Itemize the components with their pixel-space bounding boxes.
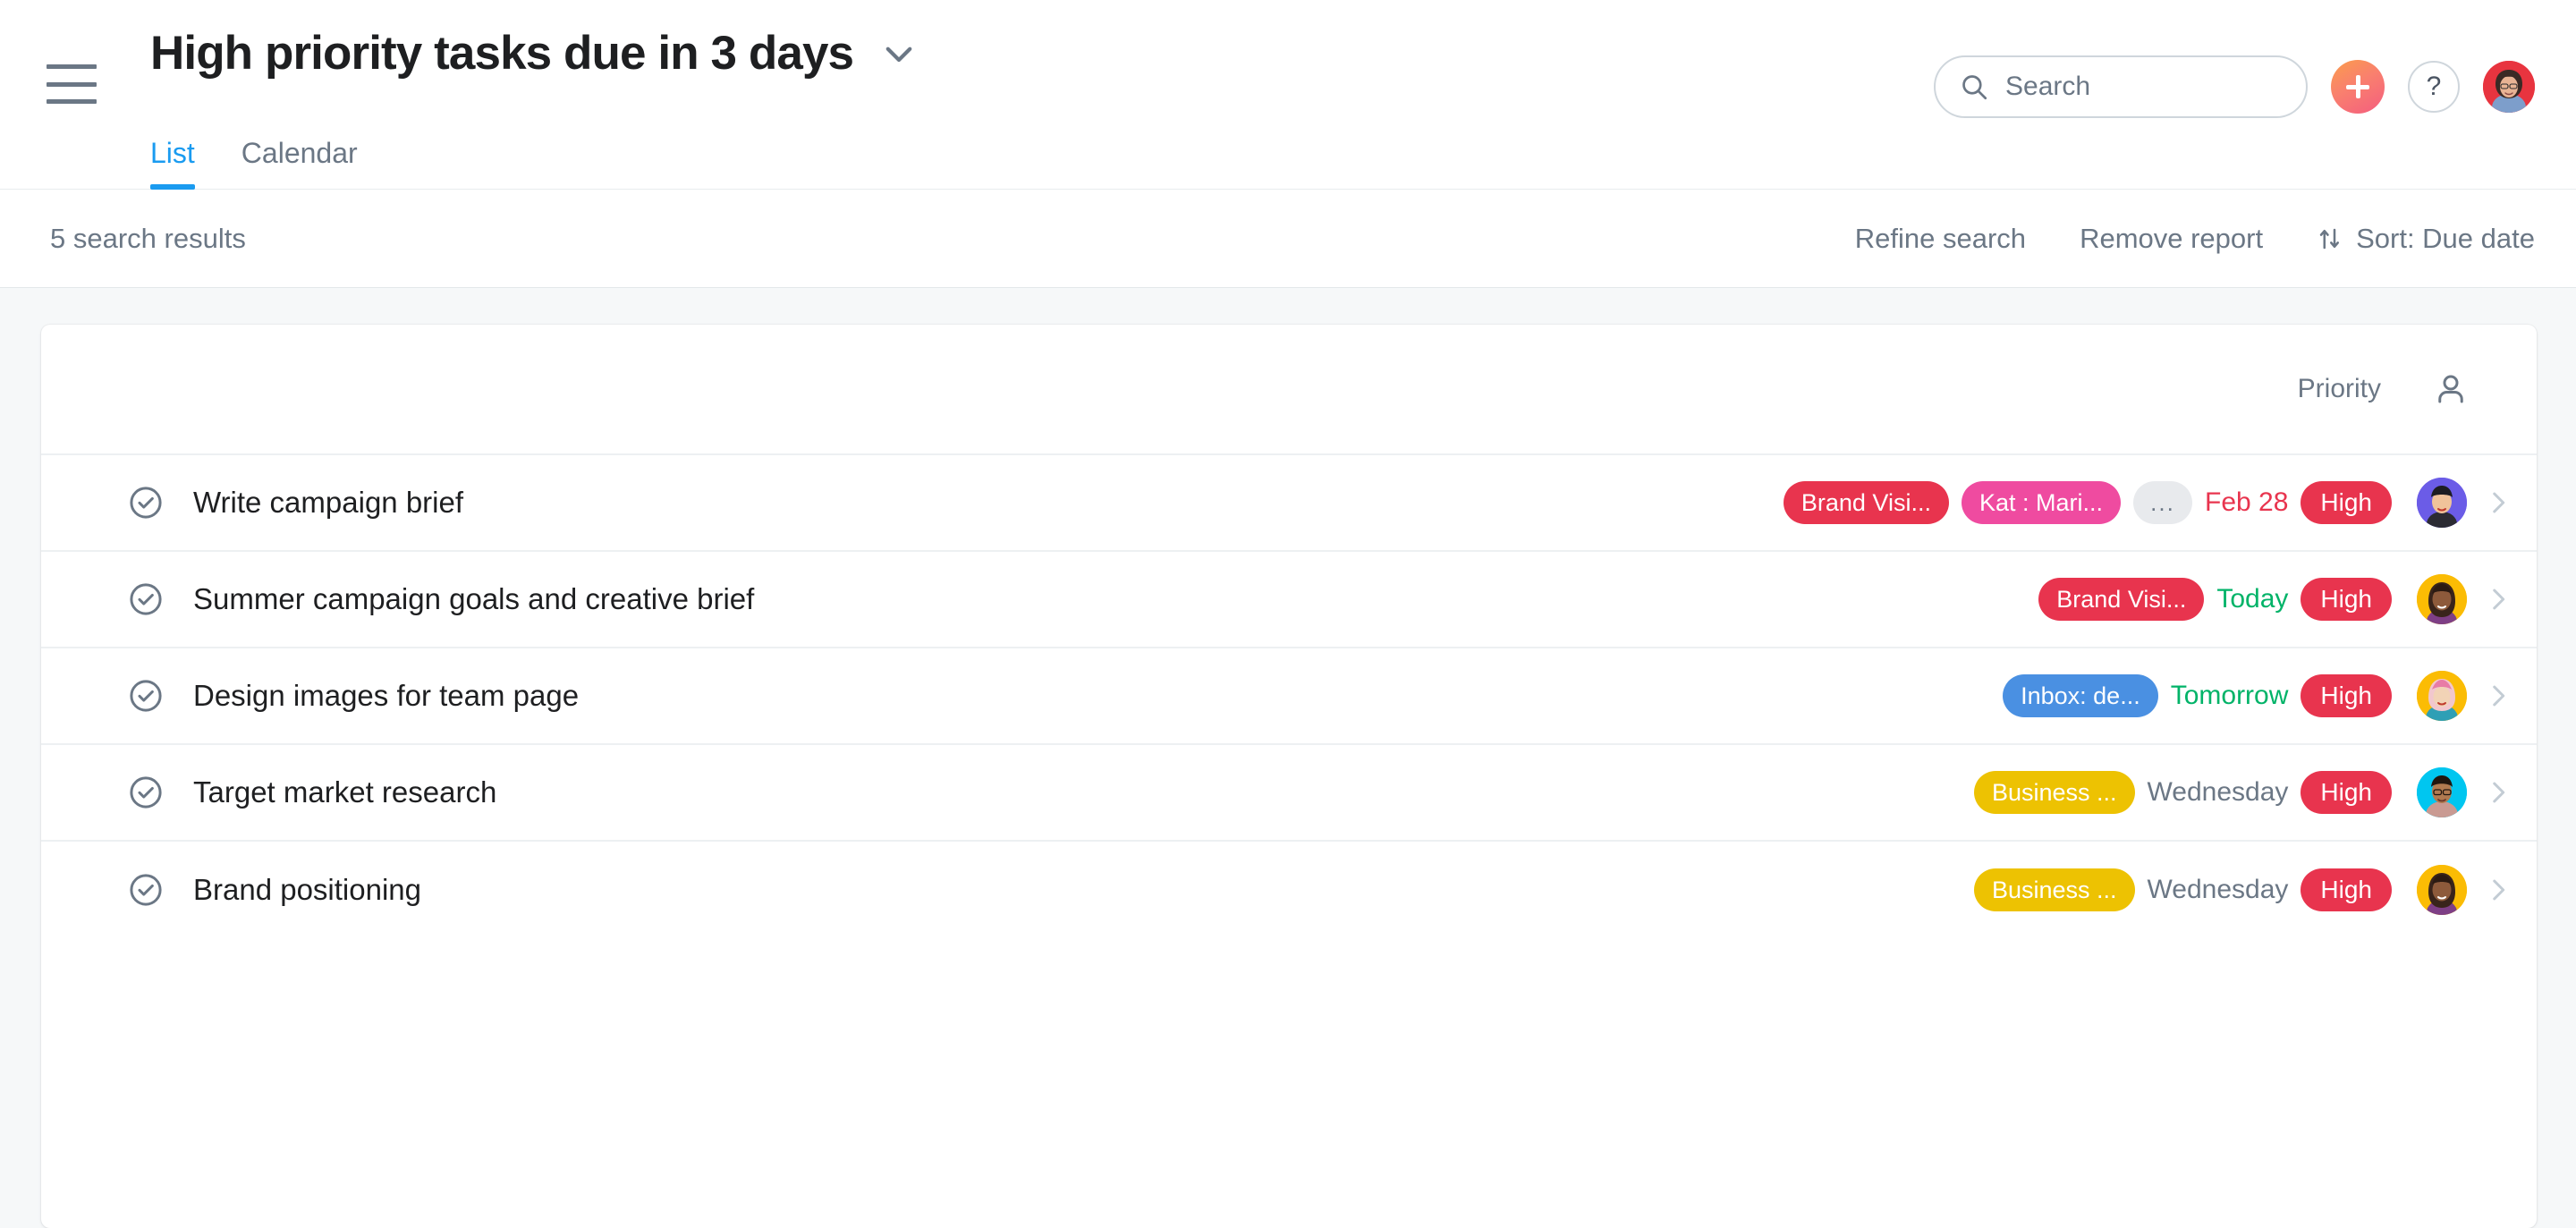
table-row[interactable]: Target market research Business ... Wednes… <box>41 745 2537 842</box>
check-circle-icon[interactable] <box>127 871 165 909</box>
chevron-down-icon[interactable] <box>880 35 918 72</box>
due-date[interactable]: Wednesday <box>2148 777 2289 808</box>
task-title[interactable]: Summer campaign goals and creative brief <box>193 582 754 616</box>
chevron-right-icon[interactable] <box>2483 584 2513 614</box>
search-input[interactable] <box>2005 72 2283 102</box>
search-results-count: 5 search results <box>50 222 246 254</box>
sort-arrows-icon <box>2319 228 2340 249</box>
task-rows: Write campaign brief Brand Visi... Kat : M… <box>41 455 2537 938</box>
task-tag[interactable]: Inbox: de... <box>2003 674 2158 717</box>
tab-calendar[interactable]: Calendar <box>242 137 358 190</box>
refine-search-button[interactable]: Refine search <box>1855 223 2026 255</box>
tab-list[interactable]: List <box>150 137 195 190</box>
remove-report-button[interactable]: Remove report <box>2080 223 2263 255</box>
assignee-avatar[interactable] <box>2417 671 2467 721</box>
task-tag[interactable]: Business ... <box>1973 771 2135 814</box>
view-tabs: List Calendar <box>150 106 358 190</box>
person-icon[interactable] <box>2431 370 2470 408</box>
priority-badge[interactable]: High <box>2301 674 2392 717</box>
table-row[interactable]: Brand positioning Business ... Wednesday Hi… <box>41 842 2537 938</box>
task-meta: Brand Visi... Today High <box>2038 574 2513 624</box>
priority-badge[interactable]: High <box>2301 578 2392 621</box>
task-title[interactable]: Brand positioning <box>193 873 421 907</box>
priority-badge[interactable]: High <box>2301 868 2392 911</box>
chevron-right-icon[interactable] <box>2483 777 2513 808</box>
table-row[interactable]: Write campaign brief Brand Visi... Kat : M… <box>41 455 2537 552</box>
task-title[interactable]: Design images for team page <box>193 679 579 713</box>
table-header: Priority <box>41 325 2537 455</box>
task-title[interactable]: Write campaign brief <box>193 486 463 520</box>
search-icon <box>1962 75 1987 100</box>
check-circle-icon[interactable] <box>127 677 165 715</box>
action-bar-buttons: Refine search Remove report Sort: Due da… <box>1855 223 2535 255</box>
avatar-image <box>2483 61 2535 113</box>
task-title[interactable]: Target market research <box>193 775 496 809</box>
task-tag[interactable]: Brand Visi... <box>1783 481 1949 524</box>
page-title: High priority tasks due in 3 days <box>150 27 854 80</box>
avatar[interactable] <box>2483 61 2535 113</box>
top-bar: High priority tasks due in 3 days List C… <box>0 0 2576 190</box>
check-circle-icon[interactable] <box>127 484 165 521</box>
task-tag[interactable]: Brand Visi... <box>2038 578 2205 621</box>
tag-overflow-button[interactable]: ... <box>2133 481 2192 524</box>
chevron-right-icon[interactable] <box>2483 875 2513 905</box>
sort-button[interactable]: Sort: Due date <box>2317 223 2535 255</box>
task-tag[interactable]: Business ... <box>1973 868 2135 911</box>
search-box[interactable] <box>1934 55 2308 118</box>
help-button[interactable]: ? <box>2408 61 2460 113</box>
action-bar: 5 search results Refine search Remove re… <box>0 190 2576 288</box>
table-row[interactable]: Summer campaign goals and creative brief… <box>41 552 2537 648</box>
check-circle-icon[interactable] <box>127 774 165 811</box>
assignee-avatar[interactable] <box>2417 865 2467 915</box>
task-meta: Business ... Wednesday High <box>1973 865 2513 915</box>
due-date[interactable]: Feb 28 <box>2205 487 2288 518</box>
column-header-priority[interactable]: Priority <box>2298 374 2381 404</box>
priority-badge[interactable]: High <box>2301 771 2392 814</box>
assignee-avatar[interactable] <box>2417 478 2467 528</box>
due-date[interactable]: Tomorrow <box>2171 681 2289 711</box>
chevron-right-icon[interactable] <box>2483 681 2513 711</box>
page-title-group: High priority tasks due in 3 days <box>150 27 918 81</box>
create-button[interactable] <box>2331 60 2385 114</box>
assignee-avatar[interactable] <box>2417 574 2467 624</box>
task-meta: Brand Visi... Kat : Mari...... Feb 28 High <box>1783 478 2513 528</box>
top-right-actions: ? <box>1934 55 2535 118</box>
task-list-card: Priority Write campaign brief Brand Visi.… <box>41 325 2537 1228</box>
table-row[interactable]: Design images for team page Inbox: de... T… <box>41 648 2537 745</box>
due-date[interactable]: Wednesday <box>2148 875 2289 905</box>
chevron-right-icon[interactable] <box>2483 487 2513 518</box>
check-circle-icon[interactable] <box>127 580 165 618</box>
assignee-avatar[interactable] <box>2417 767 2467 817</box>
task-meta: Inbox: de... Tomorrow High <box>2003 671 2513 721</box>
hamburger-icon[interactable] <box>47 64 97 104</box>
priority-badge[interactable]: High <box>2301 481 2392 524</box>
task-tag[interactable]: Kat : Mari... <box>1961 481 2121 524</box>
due-date[interactable]: Today <box>2216 584 2288 614</box>
sort-label: Sort: Due date <box>2356 222 2535 254</box>
task-meta: Business ... Wednesday High <box>1973 767 2513 817</box>
